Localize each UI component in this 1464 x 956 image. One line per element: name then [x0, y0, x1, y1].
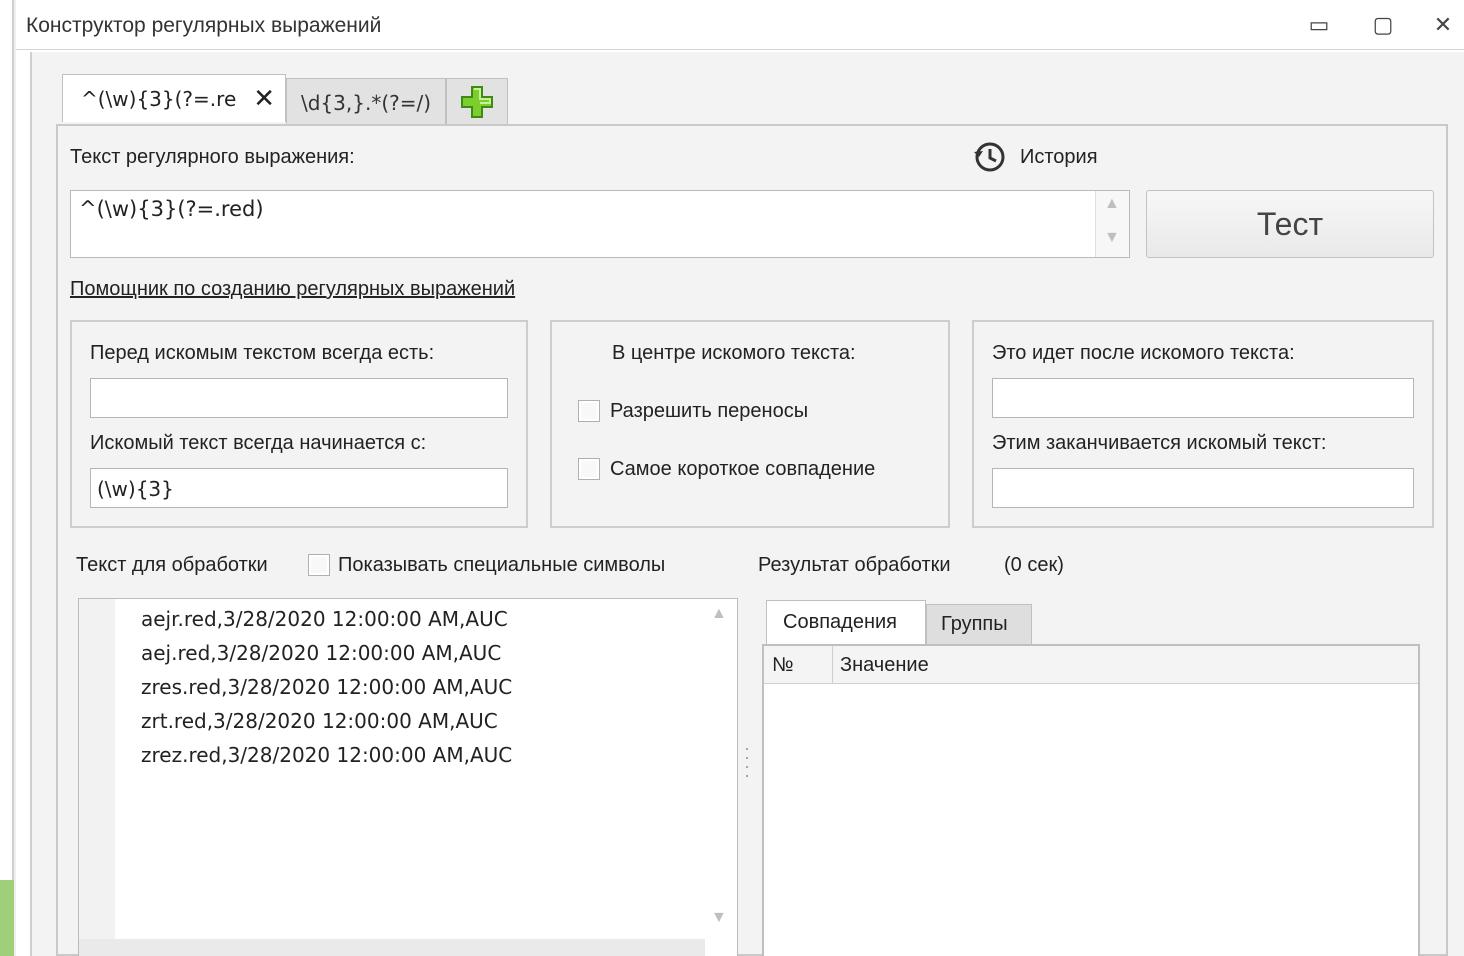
text-line: aejr.red,3/28/2020 12:00:00 AM,AUC — [141, 607, 508, 631]
after-input[interactable] — [992, 378, 1414, 418]
maximize-button[interactable]: ▢ — [1366, 10, 1400, 40]
matches-table[interactable]: № Значение — [762, 644, 1420, 956]
scroll-up-icon[interactable]: ▲ — [711, 605, 727, 623]
show-special-checkbox[interactable] — [308, 554, 330, 576]
ends-input[interactable] — [992, 468, 1414, 508]
center-text-group: В центре искомого текста: Разрешить пере… — [550, 320, 950, 528]
scroll-down-icon[interactable]: ▼ — [1104, 229, 1120, 247]
title-bar: Конструктор регулярных выражений ▭ ▢ ✕ — [16, 0, 1464, 50]
tab-label: ^(\w){3}(?=.re — [81, 87, 237, 111]
tab-groups[interactable]: Группы — [926, 604, 1032, 644]
scroll-down-icon[interactable]: ▼ — [711, 909, 727, 927]
minimize-button[interactable]: ▭ — [1302, 10, 1336, 40]
after-label: Это идет после искомого текста: — [992, 342, 1295, 364]
ends-label: Этим заканчивается искомый текст: — [992, 432, 1327, 454]
show-special-label[interactable]: Показывать специальные символы — [338, 554, 665, 577]
tab-label: Группы — [941, 613, 1008, 635]
regex-tab-panel: Текст регулярного выражения: История ^(\… — [56, 124, 1448, 956]
result-label: Результат обработки — [758, 554, 951, 576]
regex-helper-link[interactable]: Помощник по созданию регулярных выражени… — [70, 278, 515, 301]
client-area: ^(\w){3}(?=.re ✕ \d{3,}.*(?=/) Текст рег… — [30, 52, 1464, 956]
history-button[interactable]: История — [972, 140, 1122, 176]
editor-hscrollbar[interactable] — [79, 939, 705, 956]
regex-label: Текст регулярного выражения: — [70, 146, 355, 168]
line-gutter — [79, 599, 115, 956]
regex-input[interactable]: ^(\w){3}(?=.red) ▲ ▼ — [70, 190, 1130, 258]
column-header-value[interactable]: Значение — [840, 654, 929, 677]
text-line: zrez.red,3/28/2020 12:00:00 AM,AUC — [141, 743, 513, 767]
tab-label: \d{3,}.*(?=/) — [301, 91, 432, 115]
text-line: zres.red,3/28/2020 12:00:00 AM,AUC — [141, 675, 513, 699]
after-text-group: Это идет после искомого текста: Этим зак… — [972, 320, 1434, 528]
regex-value: ^(\w){3}(?=.red) — [79, 197, 264, 221]
close-tab-icon[interactable]: ✕ — [253, 83, 275, 114]
before-label: Перед искомым текстом всегда есть: — [90, 342, 435, 364]
starts-label: Искомый текст всегда начинается с: — [90, 432, 427, 454]
text-line: aej.red,3/28/2020 12:00:00 AM,AUC — [141, 641, 502, 665]
result-time: (0 сек) — [1004, 554, 1064, 576]
scroll-up-icon[interactable]: ▲ — [1104, 195, 1120, 213]
column-divider — [832, 646, 833, 684]
input-text-label: Текст для обработки — [76, 554, 268, 576]
tab-regex-2[interactable]: \d{3,}.*(?=/) — [286, 78, 446, 124]
tab-regex-1[interactable]: ^(\w){3}(?=.re ✕ — [62, 74, 286, 122]
starts-input[interactable]: (\w){3} — [90, 468, 508, 508]
desktop-edge — [0, 0, 14, 956]
input-text-editor[interactable]: aejr.red,3/28/2020 12:00:00 AM,AUC aej.r… — [78, 598, 738, 956]
test-button[interactable]: Тест — [1146, 190, 1434, 258]
tab-label: Совпадения — [783, 611, 897, 633]
column-header-number[interactable]: № — [772, 654, 793, 677]
window-title: Конструктор регулярных выражений — [26, 14, 382, 37]
history-icon — [974, 142, 1005, 172]
allow-linebreaks-label[interactable]: Разрешить переносы — [610, 400, 808, 423]
splitter-handle[interactable]: · · · · — [744, 739, 750, 784]
allow-linebreaks-checkbox[interactable] — [578, 400, 600, 422]
shortest-match-label[interactable]: Самое короткое совпадение — [610, 458, 875, 481]
before-input[interactable] — [90, 378, 508, 418]
editor-scrollbar[interactable]: ▲ ▼ — [703, 599, 737, 956]
history-label: История — [1020, 146, 1098, 168]
close-window-button[interactable]: ✕ — [1426, 10, 1460, 40]
desktop-wallpaper-fragment — [0, 880, 14, 956]
center-title: В центре искомого текста: — [612, 342, 856, 364]
text-line: zrt.red,3/28/2020 12:00:00 AM,AUC — [141, 709, 498, 733]
before-text-group: Перед искомым текстом всегда есть: Иском… — [70, 320, 528, 528]
add-tab-button[interactable] — [446, 78, 508, 124]
table-header: № Значение — [764, 646, 1418, 684]
shortest-match-checkbox[interactable] — [578, 458, 600, 480]
regex-scrollbar[interactable]: ▲ ▼ — [1095, 191, 1129, 257]
tab-matches[interactable]: Совпадения — [766, 600, 926, 644]
regex-builder-window: Конструктор регулярных выражений ▭ ▢ ✕ ^… — [16, 0, 1464, 956]
plus-icon — [461, 86, 493, 118]
